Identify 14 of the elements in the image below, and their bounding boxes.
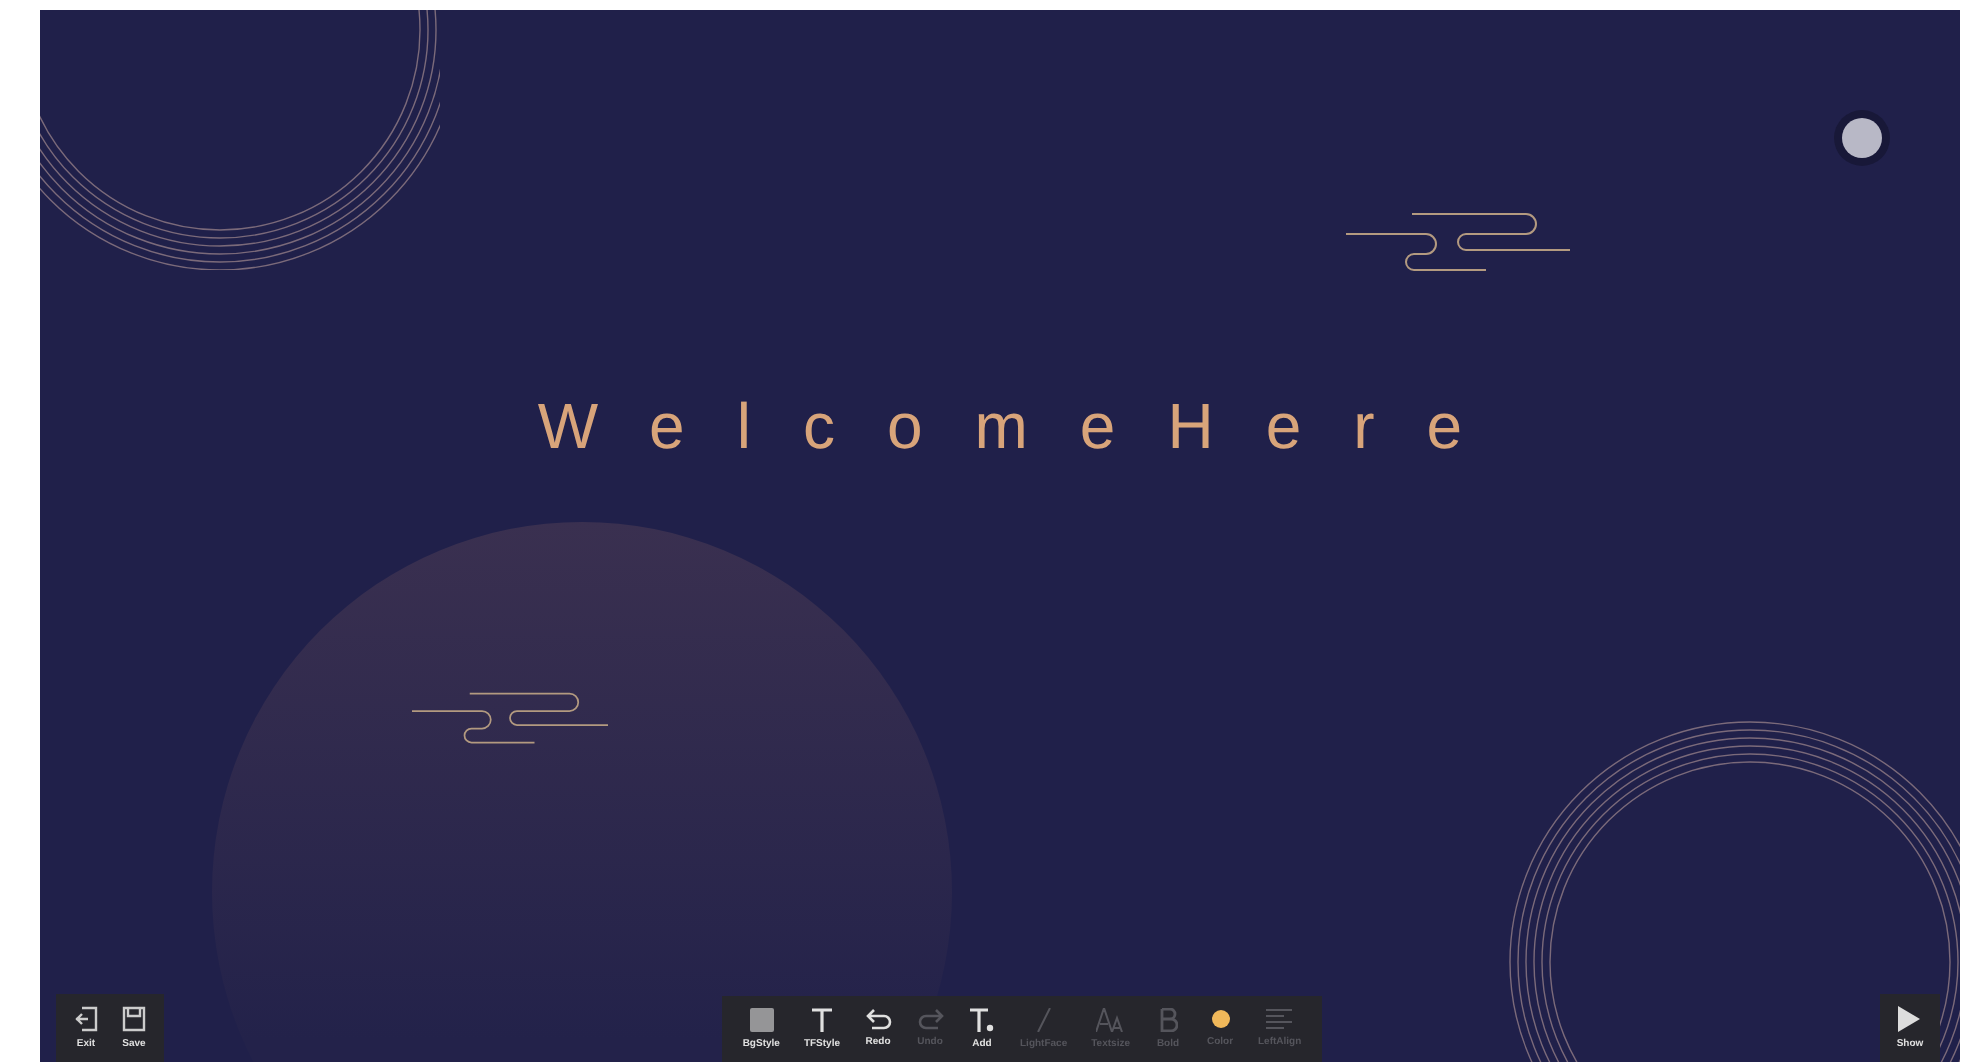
slide-title[interactable]: WelcomeHere <box>485 390 1515 464</box>
align-left-icon <box>1266 1008 1293 1030</box>
save-icon <box>122 1006 146 1032</box>
add-text-icon <box>970 1008 994 1032</box>
exit-icon <box>74 1006 98 1032</box>
redo-arrow-icon <box>917 1008 943 1030</box>
undo-arrow-icon <box>865 1008 891 1030</box>
square-icon <box>749 1008 774 1032</box>
bold-icon <box>1159 1008 1177 1032</box>
text-size-icon <box>1096 1008 1125 1032</box>
slash-icon <box>1035 1008 1052 1032</box>
text-icon <box>811 1008 832 1032</box>
play-icon <box>1898 1006 1921 1032</box>
moon-icon <box>1842 118 1882 158</box>
